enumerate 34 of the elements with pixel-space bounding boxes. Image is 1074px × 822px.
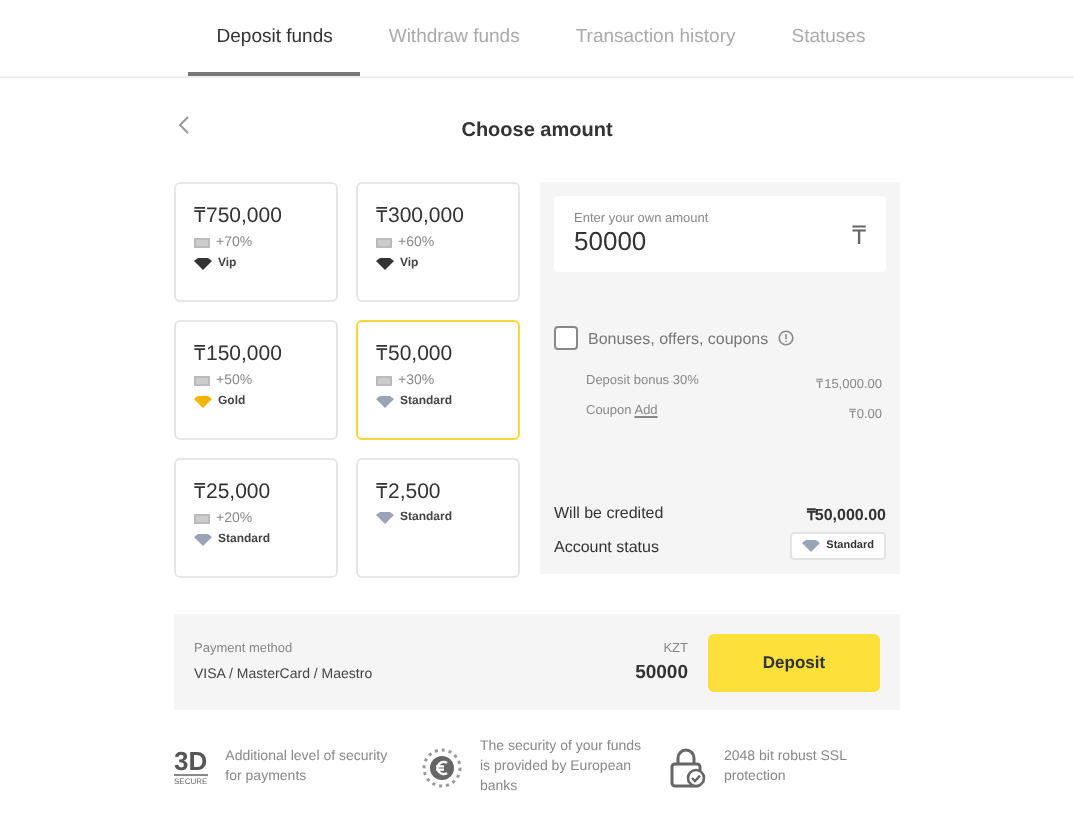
bonus-icon	[194, 238, 210, 248]
bonus-icon	[194, 514, 210, 524]
amount-value: ₸300,000	[376, 202, 466, 228]
gem-icon	[194, 396, 212, 408]
info-icon[interactable]	[778, 330, 795, 346]
gem-icon	[802, 540, 821, 552]
bonus-icon	[376, 238, 392, 248]
deposit-amount: 50000	[635, 661, 688, 683]
gem-icon	[194, 534, 212, 546]
page-title: Choose amount	[461, 119, 613, 141]
credited-value: ₸50,000.00	[806, 504, 886, 524]
lock-icon	[670, 747, 706, 788]
amount-value: ₸50,000	[376, 340, 455, 366]
amount-value: ₸2,500	[376, 478, 443, 504]
gem-icon	[376, 258, 394, 270]
gem-icon	[376, 512, 394, 524]
tab[interactable]: Deposit funds	[188, 0, 361, 76]
amount-value: ₸150,000	[194, 340, 284, 366]
back-chevron-icon[interactable]	[178, 116, 190, 134]
currency-symbol: ₸	[852, 218, 866, 252]
bonuses-label: Bonuses, offers, coupons	[588, 329, 769, 347]
field-value: 50000	[574, 226, 649, 256]
bonuses-checkbox[interactable]	[554, 326, 578, 350]
gem-icon	[194, 258, 212, 270]
bonus-icon	[376, 376, 392, 386]
account-status-label: Account status	[554, 537, 659, 555]
amount-value: ₸25,000	[194, 478, 273, 504]
3d-logo-text: 3D	[174, 748, 208, 775]
credited-label: Will be credited	[554, 504, 664, 522]
bonus-icon	[194, 376, 210, 386]
euro-coin-icon	[422, 747, 462, 788]
deposit-button[interactable]: Deposit	[708, 633, 880, 691]
amount-value: ₸750,000	[194, 202, 284, 228]
gem-icon	[376, 396, 394, 408]
